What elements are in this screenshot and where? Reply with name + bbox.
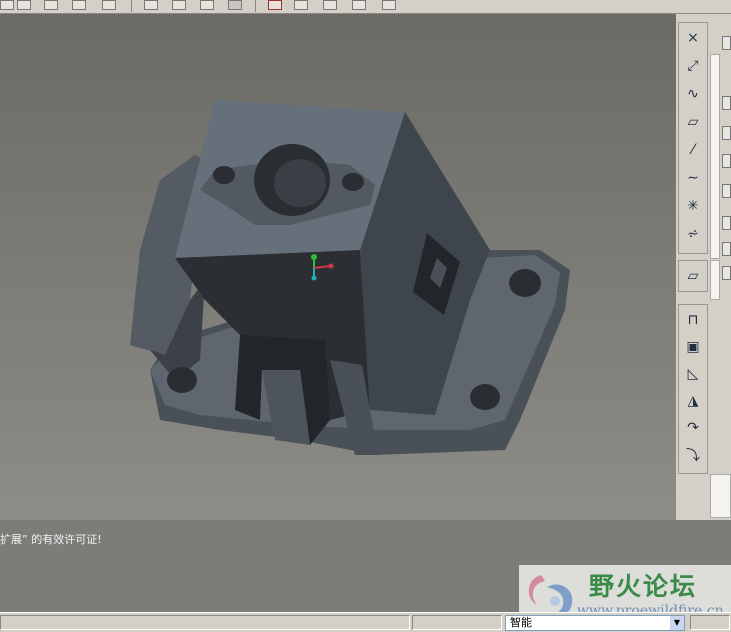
top-bolt-hole-left (213, 166, 235, 184)
top-bolt-hole-right (342, 173, 364, 191)
right-toolbar-side-panel (710, 474, 731, 518)
toolbar-separator (255, 0, 256, 12)
chevron-down-icon[interactable]: ▼ (670, 616, 684, 630)
display-style-icon[interactable] (72, 0, 86, 10)
sketch-icon[interactable]: ▱ (682, 265, 704, 287)
feature-toolbar: ⊓ ▣ ◺ ◮ ↷ ⤵ (678, 304, 708, 474)
edge-toolbar-button[interactable] (722, 154, 731, 168)
csys-origin-z (311, 275, 317, 281)
datum-plane-display-icon[interactable] (268, 0, 282, 10)
datum-curve-sketch-icon[interactable]: ⤢ (682, 55, 704, 77)
saved-view-2-icon[interactable] (172, 0, 186, 10)
top-bore-inner (274, 159, 326, 207)
watermark-title: 野火论坛 (589, 572, 698, 601)
datum-curve-icon[interactable]: ∿ (682, 83, 704, 105)
sketch-toolbar: ▱ (678, 260, 708, 292)
graphics-viewport[interactable] (0, 14, 676, 520)
datum-point-display-icon[interactable] (323, 0, 337, 10)
hole-icon[interactable]: ↷ (682, 417, 704, 439)
revolve-icon[interactable]: ▣ (682, 336, 704, 358)
status-panel (412, 615, 502, 630)
edge-toolbar-button[interactable] (722, 36, 731, 50)
sweep-icon[interactable]: ◺ (682, 363, 704, 385)
status-bar: 智能 ▼ (0, 612, 731, 632)
saved-view-4-icon[interactable] (228, 0, 242, 10)
status-indicator (690, 615, 730, 630)
csys-icon[interactable]: ✳ (682, 195, 704, 217)
right-toolbar-side-panel (710, 260, 720, 300)
edge-toolbar-button[interactable] (722, 216, 731, 230)
right-toolbar: × ⤢ ∿ ▱ ⁄ ∼ ✳ ⩫ ▱ ⊓ ▣ ◺ ◮ ↷ ⤵ (676, 14, 731, 518)
csys-origin-y (311, 254, 317, 260)
edge-toolbar-button[interactable] (722, 96, 731, 110)
top-toolbar (0, 0, 731, 14)
edge-toolbar-button[interactable] (722, 184, 731, 198)
annotation-display-icon[interactable] (382, 0, 396, 10)
curve-icon[interactable]: ∼ (682, 167, 704, 189)
edge-toolbar-button[interactable] (722, 266, 731, 280)
layer-icon[interactable] (102, 0, 116, 10)
round-icon[interactable]: ⤵ (682, 444, 704, 466)
csys-display-icon[interactable] (352, 0, 366, 10)
status-panel (0, 615, 410, 630)
message-line: 扩展” 的有效许可证! (0, 533, 102, 546)
selection-filter-value: 智能 (510, 616, 532, 629)
saved-view-3-icon[interactable] (200, 0, 214, 10)
search-view-icon[interactable] (17, 0, 31, 10)
orient-icon[interactable] (44, 0, 58, 10)
base-hole-right-ear (509, 269, 541, 297)
3d-model[interactable] (0, 14, 676, 520)
analysis-icon[interactable]: ⩫ (682, 223, 704, 245)
csys-origin-x (328, 263, 334, 269)
edge-toolbar-button[interactable] (722, 126, 731, 140)
extrude-icon[interactable]: ⊓ (682, 309, 704, 331)
datum-axis-icon[interactable]: ⁄ (682, 139, 704, 161)
datum-plane-icon[interactable]: ▱ (682, 111, 704, 133)
datum-point-icon[interactable]: × (682, 27, 704, 49)
datum-axis-display-icon[interactable] (294, 0, 308, 10)
edge-toolbar-button[interactable] (722, 242, 731, 256)
view-icon[interactable] (0, 0, 14, 10)
saved-view-1-icon[interactable] (144, 0, 158, 10)
selection-filter-dropdown[interactable]: 智能 ▼ (505, 615, 685, 631)
right-toolbar-side-panel (710, 54, 720, 259)
base-hole-right (470, 384, 500, 410)
blend-icon[interactable]: ◮ (682, 390, 704, 412)
datum-toolbar: × ⤢ ∿ ▱ ⁄ ∼ ✳ ⩫ (678, 22, 708, 254)
base-hole-left (167, 367, 197, 393)
toolbar-separator (131, 0, 132, 12)
